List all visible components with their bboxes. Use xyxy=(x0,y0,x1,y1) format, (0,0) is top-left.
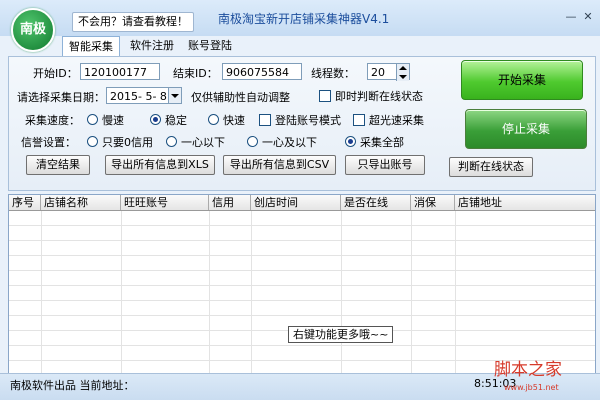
table-gridlines xyxy=(9,211,595,373)
column-header-shop-url[interactable]: 店铺地址 xyxy=(455,195,595,210)
credit-all-label: 采集全部 xyxy=(360,136,404,149)
export-xls-button[interactable]: 导出所有信息到XLS xyxy=(105,155,215,175)
credit-one-heart-below-radio[interactable] xyxy=(166,136,177,147)
date-picker[interactable]: 2015- 5- 8 xyxy=(106,87,182,104)
minimize-button[interactable]: — xyxy=(563,10,579,24)
watermark-logo: 脚本之家 xyxy=(494,360,562,380)
tab-account-login[interactable]: 账号登陆 xyxy=(182,36,238,55)
credit-one-heart-below-label: 一心以下 xyxy=(181,136,225,149)
collect-settings-panel: 开始ID： 120100177 结束ID： 906075584 线程数： 20 … xyxy=(8,56,596,191)
export-accounts-button[interactable]: 只导出账号 xyxy=(345,155,425,175)
window-title: 南极淘宝新开店铺采集神器V4.1 xyxy=(218,12,390,26)
context-menu-tip: 右键功能更多哦~~ xyxy=(288,326,394,343)
column-header-open-time[interactable]: 创店时间 xyxy=(251,195,341,210)
date-label: 请选择采集日期： xyxy=(17,91,105,104)
column-header-online[interactable]: 是否在线 xyxy=(341,195,411,210)
stop-collect-button[interactable]: 停止采集 xyxy=(465,109,587,149)
close-button[interactable]: ✕ xyxy=(580,10,596,24)
export-csv-button[interactable]: 导出所有信息到CSV xyxy=(223,155,336,175)
column-header-shop-name[interactable]: 店铺名称 xyxy=(41,195,121,210)
clear-results-button[interactable]: 清空结果 xyxy=(26,155,90,175)
check-online-button[interactable]: 判断在线状态 xyxy=(449,157,533,177)
threads-value: 20 xyxy=(371,66,385,79)
app-window: 不会用？请查看教程！ 南极淘宝新开店铺采集神器V4.1 — ✕ 南极 智能采集 … xyxy=(0,0,600,400)
column-header-credit[interactable]: 信用 xyxy=(209,195,251,210)
credit-zero-label: 只要0信用 xyxy=(102,136,153,149)
start-id-input[interactable]: 120100177 xyxy=(80,63,160,80)
help-tutorial-link[interactable]: 不会用？请查看教程！ xyxy=(72,12,194,32)
tab-register[interactable]: 软件注册 xyxy=(124,36,180,55)
tab-bar: 智能采集 软件注册 账号登陆 xyxy=(62,36,600,57)
column-header-wangwang[interactable]: 旺旺账号 xyxy=(121,195,209,210)
ultra-fast-checkbox[interactable] xyxy=(353,114,365,126)
tab-smart-collect[interactable]: 智能采集 xyxy=(62,36,120,57)
speed-fast-radio[interactable] xyxy=(208,114,219,125)
start-id-label: 开始ID： xyxy=(33,67,78,80)
threads-label: 线程数： xyxy=(311,67,355,80)
end-id-input[interactable]: 906075584 xyxy=(222,63,302,80)
column-header-consumer-protection[interactable]: 消保 xyxy=(411,195,455,210)
speed-label: 采集速度： xyxy=(25,114,80,127)
end-id-label: 结束ID： xyxy=(173,67,218,80)
credit-all-radio[interactable] xyxy=(345,136,356,147)
table-header: 序号 店铺名称 旺旺账号 信用 创店时间 是否在线 消保 店铺地址 xyxy=(9,195,595,211)
speed-slow-radio[interactable] xyxy=(87,114,98,125)
ultra-fast-label: 超光速采集 xyxy=(369,114,424,127)
credit-label: 信誉设置： xyxy=(21,136,76,149)
login-mode-checkbox[interactable] xyxy=(259,114,271,126)
column-header-index[interactable]: 序号 xyxy=(9,195,41,210)
login-mode-label: 登陆账号模式 xyxy=(275,114,341,127)
title-bar: 不会用？请查看教程！ 南极淘宝新开店铺采集神器V4.1 — ✕ xyxy=(0,0,600,36)
speed-slow-label: 慢速 xyxy=(102,114,124,127)
speed-fast-label: 快速 xyxy=(223,114,245,127)
app-logo: 南极 xyxy=(11,8,55,52)
speed-stable-label: 稳定 xyxy=(165,114,187,127)
results-table[interactable]: 序号 店铺名称 旺旺账号 信用 创店时间 是否在线 消保 店铺地址 右键功能更多… xyxy=(8,194,596,374)
date-hint: 仅供辅助性自动调整 xyxy=(191,91,290,104)
online-check-checkbox[interactable] xyxy=(319,90,331,102)
credit-one-heart-and-below-radio[interactable] xyxy=(247,136,258,147)
date-value: 2015- 5- 8 xyxy=(110,90,167,103)
credit-zero-radio[interactable] xyxy=(87,136,98,147)
threads-stepper[interactable]: 20 xyxy=(367,63,410,81)
spin-arrows-icon[interactable] xyxy=(396,64,409,81)
online-check-label: 即时判断在线状态 xyxy=(335,90,423,103)
dropdown-arrow-icon[interactable] xyxy=(168,88,181,103)
status-text: 南极软件出品 当前地址： xyxy=(10,379,135,392)
credit-one-heart-and-below-label: 一心及以下 xyxy=(262,136,317,149)
start-collect-button[interactable]: 开始采集 xyxy=(461,60,583,100)
speed-stable-radio[interactable] xyxy=(150,114,161,125)
watermark-url: www.jb51.net xyxy=(504,383,559,392)
